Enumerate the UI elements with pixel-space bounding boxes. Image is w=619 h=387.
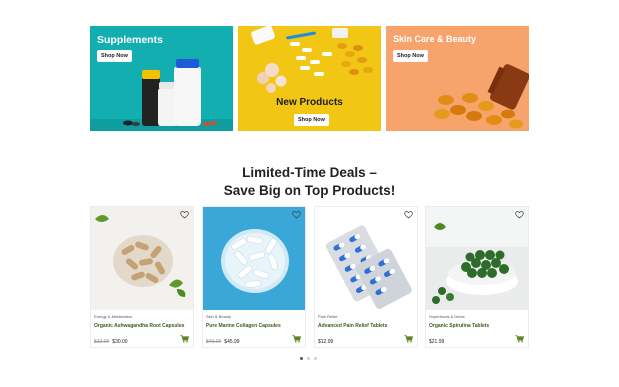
pain-relief-blister-image: [315, 207, 417, 310]
product-name[interactable]: Advanced Pain Relief Tablets: [318, 323, 387, 329]
product-image[interactable]: [91, 207, 193, 310]
product-category: Superfoods & Detox: [429, 314, 465, 319]
add-to-cart-icon[interactable]: [404, 335, 413, 343]
old-price: $32.00: [94, 339, 110, 345]
product-image[interactable]: [426, 207, 528, 310]
banner-title: Supplements: [97, 34, 163, 46]
product-name[interactable]: Organic Spirulina Tablets: [429, 323, 489, 329]
banner-title: Skin Care & Beauty: [393, 34, 477, 44]
product-card[interactable]: Pain Relief Advanced Pain Relief Tablets…: [314, 206, 418, 348]
deals-heading-line1: Limited-Time Deals –: [242, 165, 377, 180]
heart-icon[interactable]: [292, 210, 301, 219]
banner-supplements[interactable]: Supplements Shop Now: [90, 26, 233, 131]
carousel-dot[interactable]: [300, 357, 303, 360]
banner-title: New Products: [276, 97, 343, 108]
product-image[interactable]: [203, 207, 305, 310]
ashwagandha-capsules-image: [91, 207, 193, 310]
shop-now-button[interactable]: Shop Now: [294, 114, 329, 126]
banner-skin-care[interactable]: Skin Care & Beauty Shop Now: [386, 26, 529, 131]
shop-now-button[interactable]: Shop Now: [97, 50, 132, 62]
price-row: $49.00 $45.99: [206, 339, 240, 345]
current-price: $30.00: [112, 339, 128, 345]
current-price: $21.99: [429, 339, 445, 345]
carousel-dot[interactable]: [307, 357, 310, 360]
banner-new-products[interactable]: New Products Shop Now: [238, 26, 381, 131]
product-name[interactable]: Organic Ashwagandha Root Capsules: [94, 323, 184, 329]
product-card[interactable]: Skin & Beauty Pure Marine Collagen Capsu…: [202, 206, 306, 348]
heart-icon[interactable]: [515, 210, 524, 219]
shop-now-button[interactable]: Shop Now: [393, 50, 428, 62]
price-row: $12.99: [318, 339, 333, 345]
product-card[interactable]: Energy & Metabolism Organic Ashwagandha …: [90, 206, 194, 348]
product-category: Pain Relief: [318, 314, 338, 319]
heart-icon[interactable]: [404, 210, 413, 219]
product-card[interactable]: Superfoods & Detox Organic Spirulina Tab…: [425, 206, 529, 348]
heart-icon[interactable]: [180, 210, 189, 219]
current-price: $45.99: [224, 339, 240, 345]
price-row: $32.00 $30.00: [94, 339, 128, 345]
spirulina-tablets-image: [426, 207, 528, 310]
deals-heading-line2: Save Big on Top Products!: [223, 183, 396, 198]
product-image[interactable]: [315, 207, 417, 310]
add-to-cart-icon[interactable]: [180, 335, 189, 343]
carousel-pagination: [300, 357, 317, 360]
product-category: Skin & Beauty: [206, 314, 232, 319]
add-to-cart-icon[interactable]: [292, 335, 301, 343]
product-category: Energy & Metabolism: [94, 314, 133, 319]
price-row: $21.99: [429, 339, 444, 345]
carousel-dot[interactable]: [314, 357, 317, 360]
product-name[interactable]: Pure Marine Collagen Capsules: [206, 323, 281, 329]
deals-heading: Limited-Time Deals – Save Big on Top Pro…: [0, 164, 619, 200]
collagen-capsules-image: [203, 207, 305, 310]
current-price: $12.99: [318, 339, 334, 345]
old-price: $49.00: [206, 339, 222, 345]
add-to-cart-icon[interactable]: [515, 335, 524, 343]
